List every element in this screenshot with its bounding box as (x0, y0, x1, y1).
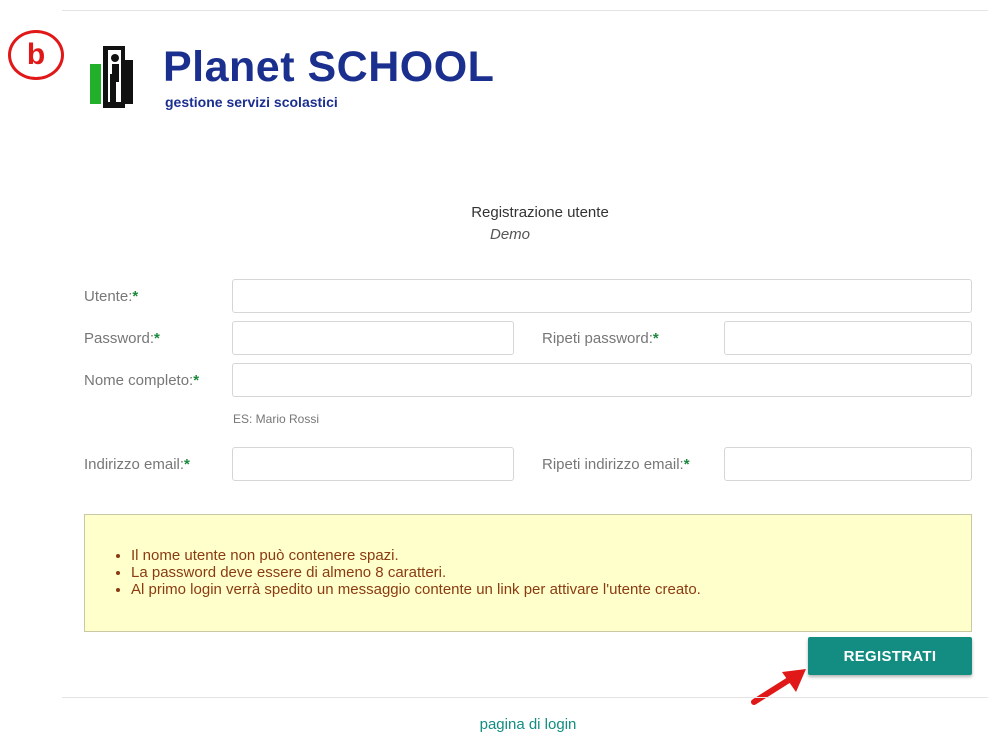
bottom-divider (62, 697, 988, 698)
utente-label: Utente:* (84, 288, 138, 305)
ripeti-email-input[interactable] (724, 447, 972, 481)
register-button[interactable]: REGISTRATI (808, 637, 972, 675)
login-page-link[interactable]: pagina di login (0, 716, 988, 733)
email-input[interactable] (232, 447, 514, 481)
logo-title: Planet SCHOOL (163, 43, 495, 91)
required-mark: * (184, 456, 190, 473)
email-label: Indirizzo email:* (84, 456, 190, 473)
password-input[interactable] (232, 321, 514, 355)
ripeti-password-input[interactable] (724, 321, 972, 355)
nome-completo-label-text: Nome completo: (84, 372, 194, 389)
red-arrow-icon (751, 669, 806, 705)
logo: Planet SCHOOL gestione servizi scolastic… (88, 38, 518, 114)
annotation-marker: b (8, 30, 64, 80)
info-box: Il nome utente non può contenere spazi. … (84, 514, 972, 632)
utente-label-text: Utente: (84, 288, 133, 305)
nome-completo-label: Nome completo:* (84, 372, 199, 389)
building-person-icon (90, 46, 133, 108)
required-mark: * (132, 288, 139, 305)
ripeti-email-label-text: Ripeti indirizzo email: (542, 456, 684, 473)
form-title: Registrazione utente (471, 204, 609, 221)
logo-subtitle: gestione servizi scolastici (165, 94, 338, 110)
ripeti-email-label: Ripeti indirizzo email:* (542, 456, 690, 473)
required-mark: * (154, 330, 160, 347)
annotation-marker-letter: b (26, 38, 46, 71)
info-item: Al primo login verrà spedito un messaggi… (131, 581, 701, 598)
email-label-text: Indirizzo email: (84, 456, 185, 473)
form-subtitle: Demo (489, 226, 530, 243)
utente-input[interactable] (232, 279, 972, 313)
ripeti-password-label: Ripeti password:* (542, 330, 659, 347)
password-label: Password:* (84, 330, 160, 347)
nome-completo-hint: ES: Mario Rossi (233, 412, 320, 426)
info-list: Il nome utente non può contenere spazi. … (85, 547, 701, 598)
required-mark: * (652, 330, 659, 347)
nome-completo-input[interactable] (232, 363, 972, 397)
required-mark: * (683, 456, 690, 473)
info-item: Il nome utente non può contenere spazi. (131, 547, 701, 564)
top-divider (62, 10, 988, 11)
password-label-text: Password: (84, 330, 155, 347)
info-item: La password deve essere di almeno 8 cara… (131, 564, 701, 581)
ripeti-password-label-text: Ripeti password: (542, 330, 653, 347)
required-mark: * (193, 372, 200, 389)
